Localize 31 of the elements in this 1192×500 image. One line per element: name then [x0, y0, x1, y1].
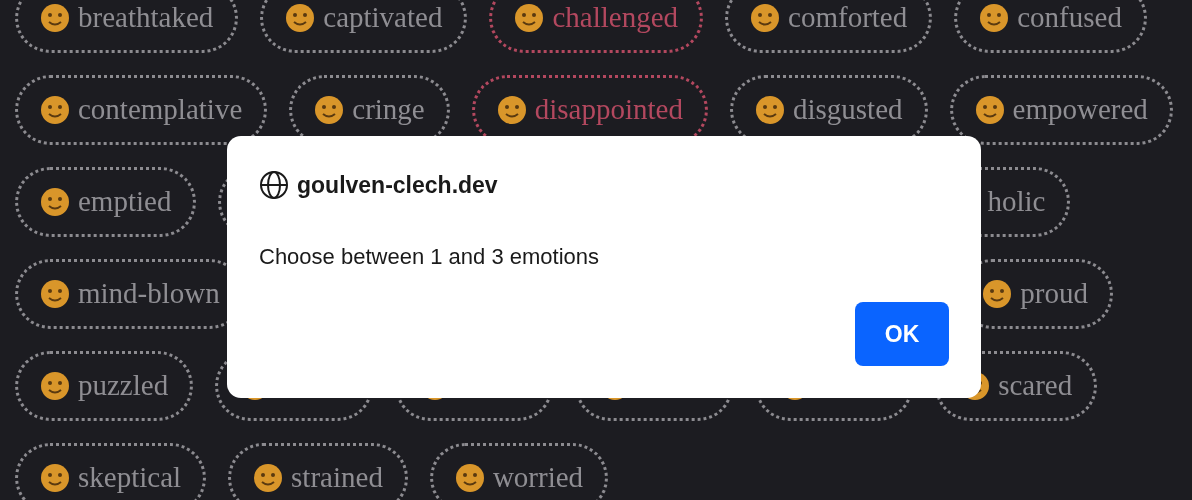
smiley-icon [454, 463, 485, 493]
smiley-icon [754, 95, 785, 125]
smiley-icon [40, 187, 70, 217]
emotion-chip[interactable]: comforted [725, 0, 933, 53]
emotion-chip[interactable]: puzzled [15, 351, 194, 421]
smiley-icon [40, 463, 70, 493]
smiley-icon [253, 463, 284, 493]
smiley-icon [285, 3, 316, 33]
smiley-icon [40, 95, 70, 125]
smiley-icon [750, 3, 781, 33]
ok-button[interactable]: OK [855, 302, 949, 366]
emotion-chip[interactable]: worried [429, 443, 609, 500]
smiley-icon [40, 371, 70, 401]
smiley-icon [40, 279, 70, 309]
globe-icon [259, 170, 289, 200]
smiley-icon [314, 95, 345, 125]
emotion-chip[interactable]: strained [228, 443, 408, 500]
smiley-icon [40, 3, 70, 33]
smiley-icon [979, 3, 1010, 33]
emotion-chip[interactable]: confused [954, 0, 1147, 53]
dialog-title: goulven-clech.dev [297, 171, 498, 199]
emotion-chip[interactable]: captivated [260, 0, 468, 53]
dialog-message: Choose between 1 and 3 emotions [259, 244, 600, 270]
smiley-icon [496, 95, 527, 125]
emotion-chip[interactable]: challenged [489, 0, 704, 53]
smiley-icon [982, 279, 1013, 309]
smiley-icon [974, 95, 1005, 125]
smiley-icon [514, 3, 545, 33]
emotion-chip[interactable]: breathtaked [15, 0, 239, 53]
emotion-chip[interactable]: emptied [15, 167, 197, 237]
emotion-chip[interactable]: skeptical [15, 443, 207, 500]
